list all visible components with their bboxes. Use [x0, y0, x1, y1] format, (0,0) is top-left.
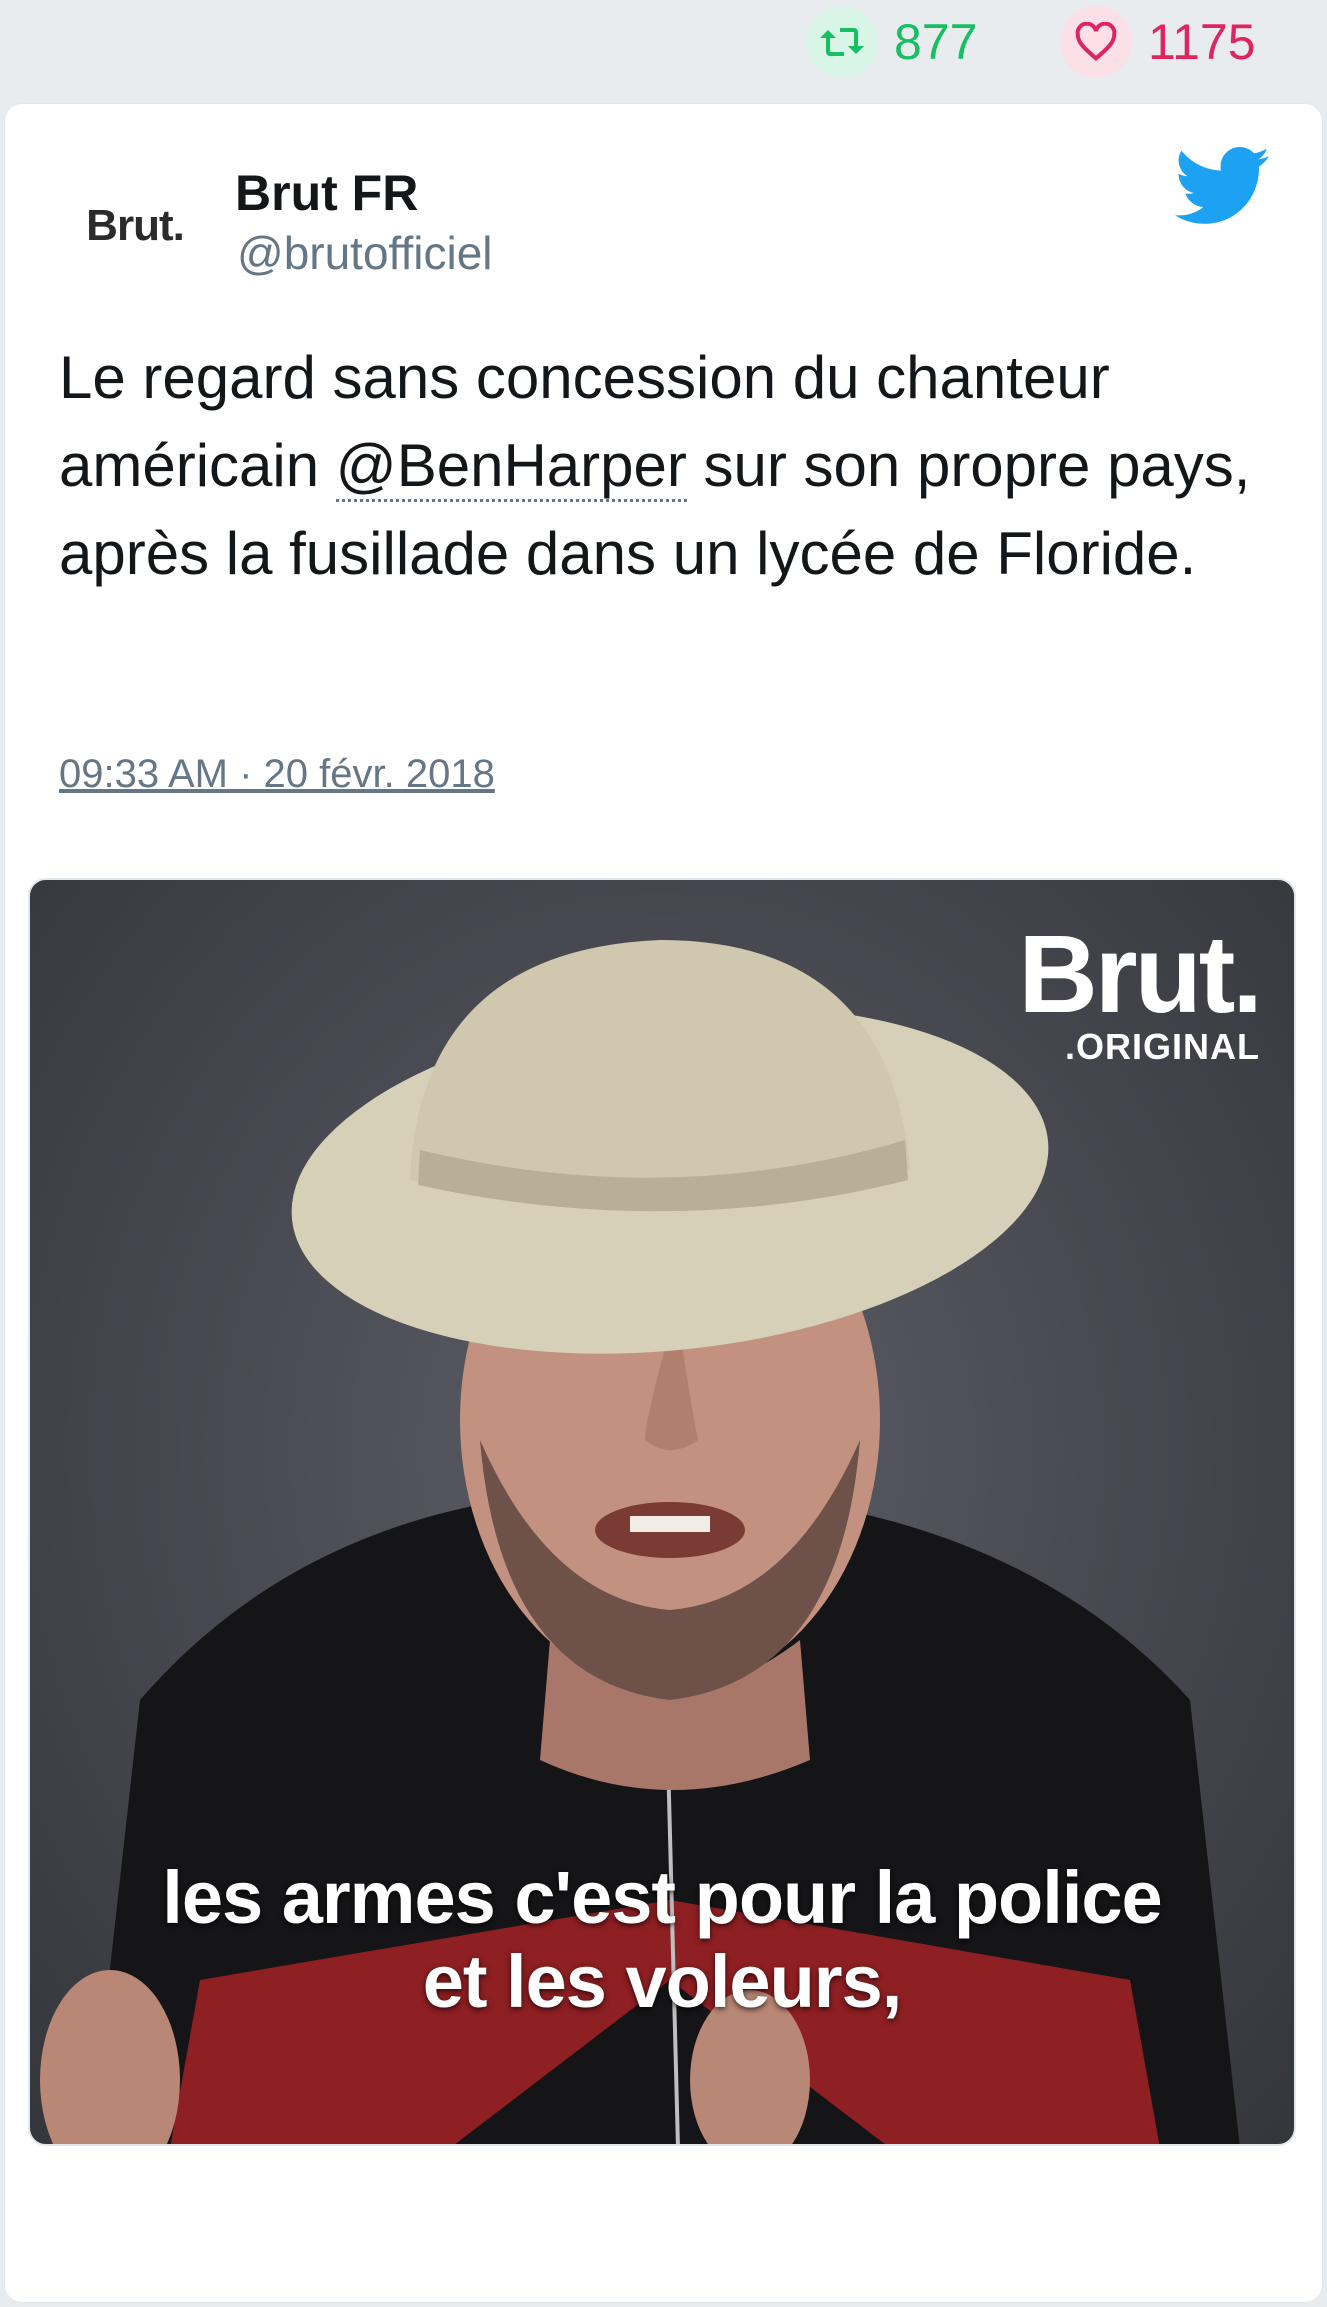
heart-icon: [1060, 6, 1132, 78]
subtitle-line-2: et les voleurs,: [422, 1940, 903, 2023]
mention-link[interactable]: @BenHarper: [335, 432, 687, 502]
subtitle-line-1: les armes c'est pour la police: [162, 1856, 1162, 1939]
tweet-timestamp[interactable]: 09:33 AM · 20 févr. 2018: [59, 752, 495, 797]
video-subtitle: les armes c'est pour la police et les vo…: [30, 1856, 1294, 2024]
retweet-icon: [806, 6, 878, 78]
retweet-count: 877: [894, 14, 978, 70]
tweet-video[interactable]: Brut. .ORIGINAL les armes c'est pour la …: [28, 878, 1296, 2146]
tweet-screenshot: 877 1175 Brut. Brut FR @brutofficiel Le …: [0, 0, 1327, 2307]
tweet-text: Le regard sans concession du chanteur am…: [59, 334, 1279, 598]
like-stat[interactable]: 1175: [1060, 6, 1256, 78]
avatar-logo-text: Brut.: [86, 201, 185, 250]
retweet-stat[interactable]: 877: [806, 6, 977, 78]
brut-original-watermark: Brut. .ORIGINAL: [1018, 913, 1263, 1068]
engagement-stats: 877 1175: [0, 0, 1327, 100]
avatar[interactable]: Brut.: [65, 186, 205, 266]
author-name[interactable]: Brut FR: [235, 164, 418, 222]
brand-logo-text: Brut.: [1018, 913, 1263, 1036]
twitter-bird-icon[interactable]: [1174, 146, 1271, 228]
like-count: 1175: [1148, 14, 1256, 70]
author-handle[interactable]: @brutofficiel: [237, 226, 493, 280]
